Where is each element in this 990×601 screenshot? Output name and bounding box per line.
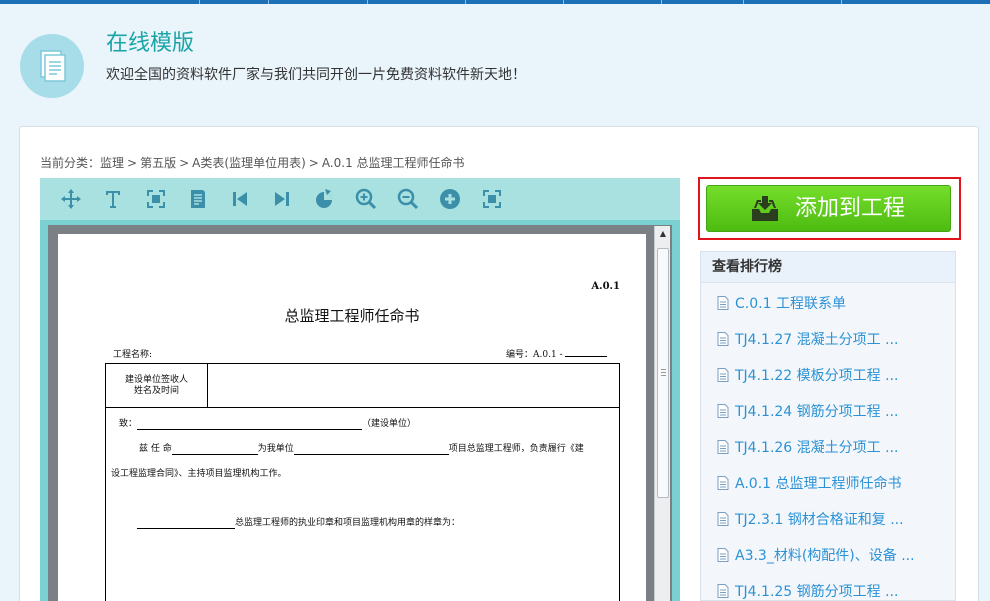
document-scrollbar[interactable]: ▲ xyxy=(654,226,670,601)
breadcrumb-prefix: 当前分类： xyxy=(40,156,101,170)
breadcrumb-current: A.0.1 总监理工程师任命书 xyxy=(321,156,465,170)
rotate-icon[interactable] xyxy=(312,187,336,211)
last-page-icon[interactable] xyxy=(270,187,294,211)
serial-label: 编号：A.0.1 - xyxy=(506,350,563,360)
seal-line: 总监理工程师的执业印章和项目监理机构用章的样章为： xyxy=(137,517,460,529)
file-icon xyxy=(717,368,729,382)
receiver-label-line: 姓名及时间 xyxy=(133,386,179,396)
ranking-item-label: A3.3_材料(构配件)、设备 ... xyxy=(735,548,915,564)
document-icon[interactable] xyxy=(186,187,210,211)
breadcrumb-separator: > xyxy=(127,156,138,170)
file-icon xyxy=(717,476,729,490)
move-icon[interactable] xyxy=(59,187,83,211)
document-title: 总监理工程师任命书 xyxy=(284,307,420,325)
document-canvas[interactable]: A.0.1 总监理工程师任命书 工程名称: 编号：A.0.1 - 建设单位签收人… xyxy=(48,225,672,601)
top-nav-bar xyxy=(0,0,990,4)
ranking-header: 查看排行榜 xyxy=(701,252,955,283)
ranking-item[interactable]: C.0.1 工程联系单 xyxy=(717,294,947,314)
add-to-project-label: 添加到工程 xyxy=(795,196,906,221)
viewer-toolbar xyxy=(40,178,680,220)
addressee-line: 致： （建设单位） xyxy=(119,418,416,430)
duty-line: 设工程监理合同》、主持项目监理机构工作。 xyxy=(111,469,287,479)
receiver-label-line: 建设单位签收人 xyxy=(124,375,188,385)
ranking-item[interactable]: TJ4.1.24 钢筋分项工程 ... xyxy=(717,402,947,422)
ranking-item[interactable]: TJ4.1.25 钢筋分项工程 ... xyxy=(717,582,947,601)
text-icon[interactable] xyxy=(101,187,125,211)
addressee-prefix: 致： xyxy=(119,419,138,429)
ranking-item[interactable]: TJ4.1.27 混凝土分项工 ... xyxy=(717,330,947,350)
file-icon xyxy=(717,440,729,454)
breadcrumb-item[interactable]: A类表(监理单位用表) xyxy=(192,156,306,170)
ranking-item[interactable]: A.0.1 总监理工程师任命书 xyxy=(717,474,947,494)
breadcrumb-item[interactable]: 第五版 xyxy=(140,156,176,170)
add-to-project-highlight: 添加到工程 xyxy=(698,177,961,240)
zoom-in-icon[interactable] xyxy=(354,187,378,211)
file-icon xyxy=(717,296,729,310)
ranking-item[interactable]: TJ4.1.26 混凝土分项工 ... xyxy=(717,438,947,458)
file-icon xyxy=(717,584,729,598)
ranking-item-label: TJ4.1.24 钢筋分项工程 ... xyxy=(735,404,899,420)
ranking-item-label: TJ4.1.22 模板分项工程 ... xyxy=(735,368,899,384)
fit-page-icon[interactable] xyxy=(144,187,168,211)
receiver-label: 建设单位签收人 姓名及时间 xyxy=(106,375,207,397)
breadcrumb-separator: > xyxy=(308,156,319,170)
ranking-item[interactable]: TJ4.1.22 模板分项工程 ... xyxy=(717,366,947,386)
ranking-item-label: C.0.1 工程联系单 xyxy=(735,296,846,312)
add-to-project-button[interactable]: 添加到工程 xyxy=(706,185,951,232)
document-viewer: A.0.1 总监理工程师任命书 工程名称: 编号：A.0.1 - 建设单位签收人… xyxy=(40,178,680,601)
document-form-table: 建设单位签收人 姓名及时间 致： （建设单位） 兹 任 命 为我单位 项目总监理工程师… xyxy=(105,363,620,601)
document-code: A.0.1 xyxy=(591,281,620,292)
addressee-suffix: （建设单位） xyxy=(362,419,417,429)
project-name-label: 工程名称: xyxy=(113,350,153,360)
appointment-text: 为我单位 xyxy=(257,444,294,454)
scroll-thumb[interactable] xyxy=(657,248,669,498)
appointment-text: 兹 任 命 xyxy=(139,444,172,454)
breadcrumb-separator: > xyxy=(179,156,190,170)
ranking-item-label: TJ2.3.1 钢材合格证和复 ... xyxy=(735,512,904,528)
page-title: 在线模版 xyxy=(106,31,195,56)
ranking-item[interactable]: TJ2.3.1 钢材合格证和复 ... xyxy=(717,510,947,530)
document-page: A.0.1 总监理工程师任命书 工程名称: 编号：A.0.1 - 建设单位签收人… xyxy=(58,234,646,601)
template-icon xyxy=(20,34,84,98)
file-icon xyxy=(717,404,729,418)
breadcrumb: 当前分类：监理 > 第五版 > A类表(监理单位用表) > A.0.1 总监理工程师任命书 xyxy=(40,155,465,171)
seal-text: 总监理工程师的执业印章和项目监理机构用章的样章为： xyxy=(235,518,461,528)
zoom-out-icon[interactable] xyxy=(396,187,420,211)
file-icon xyxy=(717,512,729,526)
scroll-up-arrow-icon[interactable]: ▲ xyxy=(655,226,671,242)
ranking-item-label: TJ4.1.25 钢筋分项工程 ... xyxy=(735,584,899,600)
ranking-title: 查看排行榜 xyxy=(712,259,782,275)
breadcrumb-item[interactable]: 监理 xyxy=(100,156,124,170)
ranking-item-label: A.0.1 总监理工程师任命书 xyxy=(735,476,902,492)
file-icon xyxy=(717,548,729,562)
serial-number: 编号：A.0.1 - xyxy=(506,347,608,360)
appointment-text: 项目总监理工程师，负责履行《建 xyxy=(448,444,584,454)
inbox-download-icon xyxy=(750,195,780,223)
ranking-item[interactable]: A3.3_材料(构配件)、设备 ... xyxy=(717,546,947,566)
file-icon xyxy=(717,332,729,346)
add-icon[interactable] xyxy=(438,187,462,211)
ranking-item-label: TJ4.1.26 混凝土分项工 ... xyxy=(735,440,899,456)
fullscreen-icon[interactable] xyxy=(480,187,504,211)
first-page-icon[interactable] xyxy=(228,187,252,211)
appointment-line: 兹 任 命 为我单位 项目总监理工程师，负责履行《建 xyxy=(139,443,584,455)
ranking-panel: 查看排行榜 C.0.1 工程联系单 TJ4.1.27 混凝土分项工 ... TJ… xyxy=(700,251,956,601)
ranking-item-label: TJ4.1.27 混凝土分项工 ... xyxy=(735,332,899,348)
page-subtitle: 欢迎全国的资料软件厂家与我们共同开创一片免费资料软件新天地！ xyxy=(106,67,526,83)
